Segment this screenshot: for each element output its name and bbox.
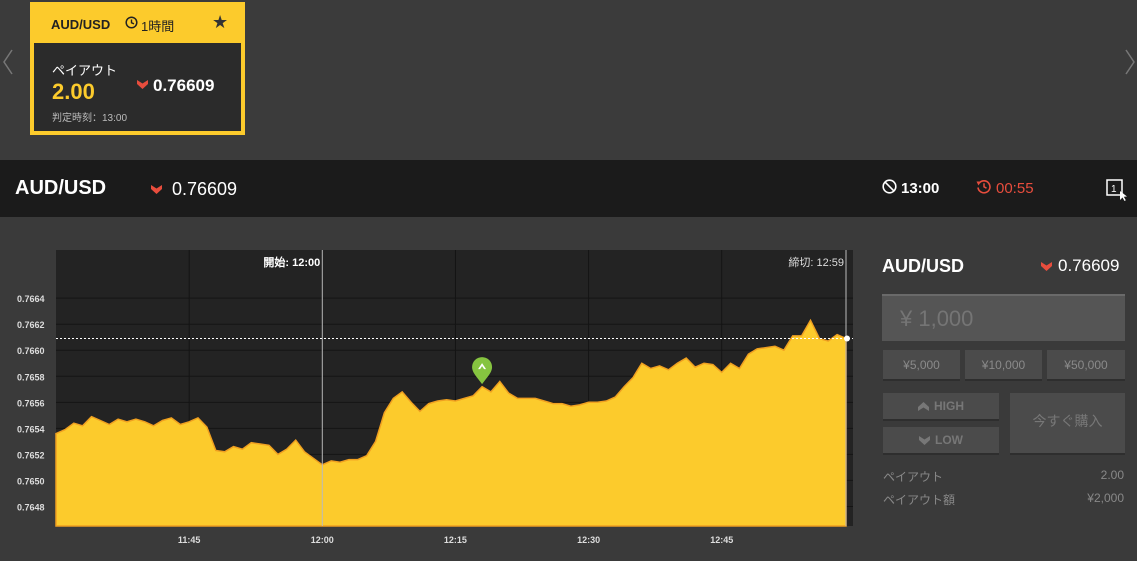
current-price-dot (844, 335, 850, 342)
x-tick-label: 12:45 (710, 535, 733, 545)
svg-text:1: 1 (1111, 184, 1117, 195)
asset-card-body: ペイアウト 2.00 0.76609 判定時刻：13:00 (34, 43, 241, 131)
preset-5000-button[interactable]: ¥5,000 (883, 350, 960, 381)
asset-name: AUD/USD (15, 177, 107, 199)
asset-card-header: AUD/USD 1時間 ★ (30, 2, 245, 42)
y-tick-label: 0.7656 (17, 398, 45, 408)
remaining-time: 00:55 (996, 180, 1034, 197)
payout-row-value: 2.00 (1100, 468, 1124, 482)
buy-now-button[interactable]: 今すぐ購入 (1010, 393, 1125, 455)
x-tick-label: 12:00 (311, 535, 334, 545)
high-button-label: HIGH (934, 399, 964, 413)
carousel-next-button[interactable] (1122, 48, 1137, 76)
down-arrow-icon (151, 185, 162, 194)
asset-card-selected[interactable]: AUD/USD 1時間 ★ ペイアウト 2.00 0.76609 判定時刻：13… (30, 2, 245, 135)
asset-carousel: AUD/USD 1時間 ★ ペイアウト 2.00 0.76609 判定時刻：13… (0, 0, 1137, 160)
x-tick-label: 12:15 (444, 535, 467, 545)
end-time-label: 締切: 12:59 (788, 255, 844, 269)
expiry-time: 13:00 (901, 180, 940, 197)
low-button-label: LOW (935, 433, 963, 447)
y-axis-ticks: 0.7664 0.7662 0.7660 0.7658 0.7656 0.7654 0.76… (17, 294, 45, 512)
y-tick-label: 0.7662 (17, 320, 45, 330)
preset-50000-button[interactable]: ¥50,000 (1047, 350, 1125, 381)
asset-card-price: 0.76609 (153, 76, 215, 95)
asset-header-bar: AUD/USD 0.76609 13:00 00:55 1 (0, 160, 1137, 217)
y-tick-label: 0.7664 (17, 294, 45, 304)
high-button[interactable]: HIGH (883, 393, 999, 421)
x-tick-label: 12:30 (577, 535, 600, 545)
start-time-label: 開始: 12:00 (263, 255, 320, 269)
y-tick-label: 0.7660 (17, 346, 45, 356)
up-arrow-icon (918, 401, 929, 411)
single-chart-view-icon[interactable]: 1 (1106, 179, 1128, 201)
countdown-history-icon (976, 180, 991, 194)
y-tick-label: 0.7648 (17, 502, 45, 512)
clock-icon (125, 16, 138, 29)
y-tick-label: 0.7652 (17, 450, 45, 460)
price-chart[interactable]: 開始: 12:00 締切: 12:59 0.76640.76620.76600.… (0, 218, 870, 561)
x-axis-ticks: 11:45 12:00 12:15 12:30 12:45 (178, 535, 733, 545)
expiry-clock-icon (882, 179, 897, 194)
carousel-prev-button[interactable] (0, 48, 16, 76)
asset-card-period: 1時間 (141, 19, 175, 34)
down-arrow-icon (919, 435, 930, 445)
asset-price: 0.76609 (172, 179, 238, 199)
payout-amount-label: ペイアウト額 (883, 493, 956, 507)
x-tick-label: 11:45 (178, 535, 201, 545)
payout-row-label: ペイアウト (883, 470, 944, 484)
panel-asset-name: AUD/USD (882, 256, 965, 276)
down-arrow-icon (1041, 262, 1052, 271)
investment-amount-input[interactable] (882, 294, 1125, 341)
y-tick-label: 0.7658 (17, 372, 45, 382)
low-button[interactable]: LOW (883, 427, 999, 455)
chevron-right-icon (1125, 49, 1135, 75)
asset-card-pair: AUD/USD (51, 17, 111, 32)
y-tick-label: 0.7650 (17, 476, 45, 486)
y-tick-label: 0.7654 (17, 424, 45, 434)
preset-10000-button[interactable]: ¥10,000 (965, 350, 1042, 381)
payout-label: ペイアウト (52, 63, 118, 78)
favorite-star-icon[interactable]: ★ (212, 12, 228, 33)
expiry-time-label: 判定時刻：13:00 (52, 113, 128, 124)
down-arrow-icon (137, 80, 148, 89)
payout-value: 2.00 (52, 79, 95, 104)
payout-amount-value: ¥2,000 (1087, 491, 1124, 505)
chevron-left-icon (3, 49, 13, 75)
panel-price: 0.76609 (1058, 256, 1120, 275)
